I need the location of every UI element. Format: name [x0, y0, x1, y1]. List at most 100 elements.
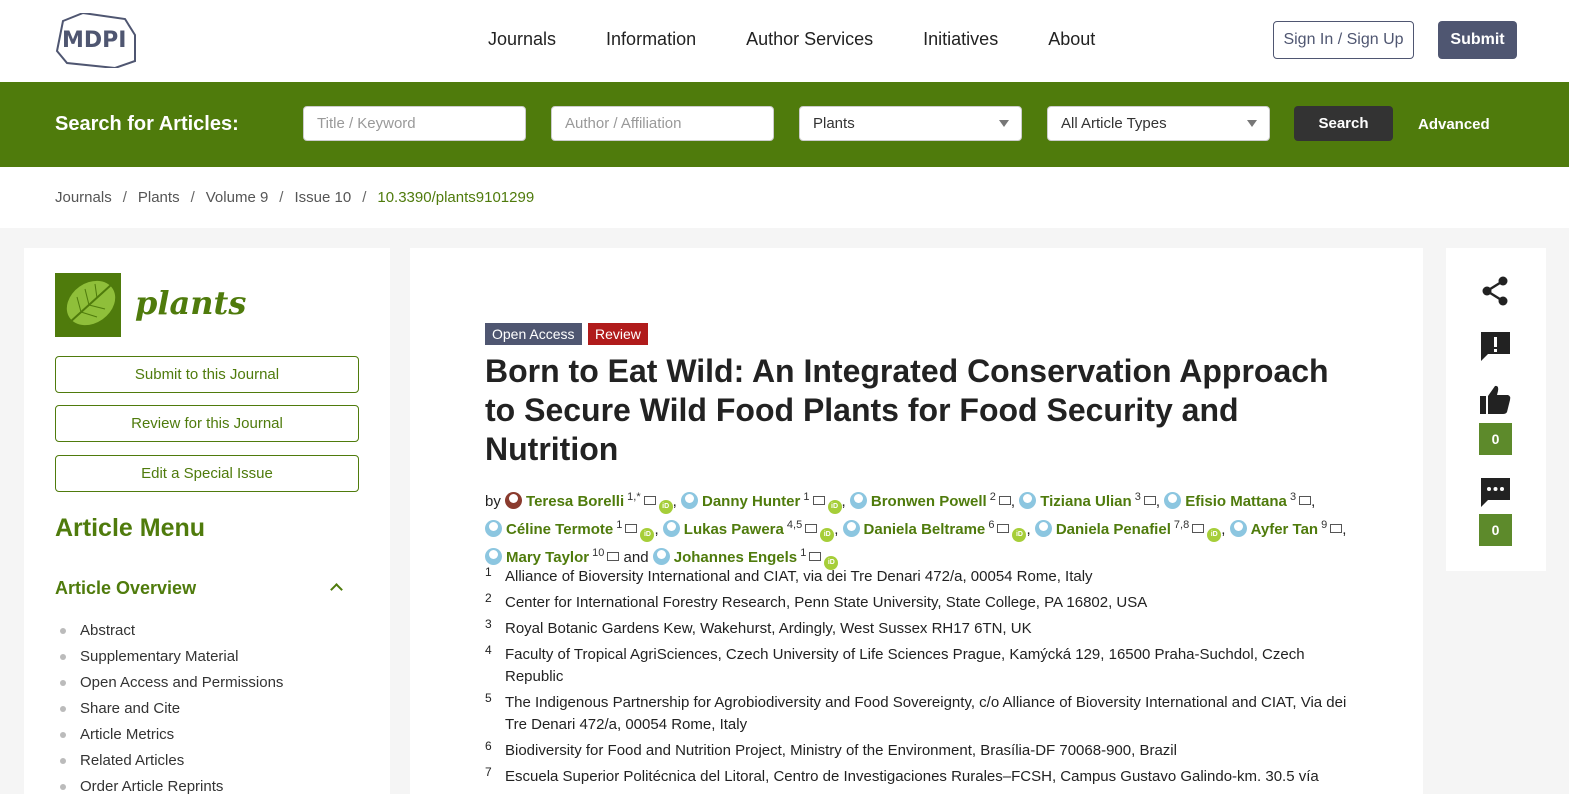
author-name[interactable]: Danny Hunter	[702, 493, 800, 510]
submit-to-journal-button[interactable]: Submit to this Journal	[55, 356, 359, 393]
journal-select-value: Plants	[813, 115, 855, 132]
avatar[interactable]	[662, 520, 680, 537]
article-type-select[interactable]: All Article Types	[1047, 106, 1270, 141]
nav-journals[interactable]: Journals	[488, 29, 556, 50]
avatar[interactable]	[505, 492, 523, 509]
author-name[interactable]: Ayfer Tan	[1251, 521, 1319, 538]
avatar[interactable]	[1229, 520, 1247, 537]
envelope-icon[interactable]	[812, 496, 825, 505]
orcid-icon[interactable]: iD	[640, 528, 655, 542]
chevron-up-icon[interactable]	[330, 583, 343, 596]
author-name[interactable]: Tiziana Ulian	[1040, 493, 1131, 510]
author-entry: Efisio Mattana 3	[1164, 491, 1312, 510]
avatar[interactable]	[652, 548, 670, 565]
breadcrumb-separator: /	[362, 189, 367, 206]
menu-item-share-cite[interactable]: Share and Cite	[60, 700, 283, 726]
sign-in-button[interactable]: Sign In / Sign Up	[1273, 21, 1414, 59]
nav-author-services[interactable]: Author Services	[746, 29, 873, 50]
author-name[interactable]: Mary Taylor	[506, 549, 589, 566]
affiliation-text: Royal Botanic Gardens Kew, Wakehurst, Ar…	[505, 620, 1032, 637]
avatar[interactable]	[1019, 492, 1037, 509]
envelope-icon[interactable]	[998, 496, 1011, 505]
nav-about[interactable]: About	[1048, 29, 1095, 50]
mdpi-logo[interactable]: MDPI	[55, 13, 137, 68]
review-for-journal-button[interactable]: Review for this Journal	[55, 405, 359, 442]
affiliation-number: 6	[485, 739, 492, 753]
affiliation-number: 7	[485, 765, 492, 779]
affiliation-number: 2	[485, 591, 492, 605]
breadcrumb-separator: /	[279, 189, 284, 206]
envelope-icon[interactable]	[643, 496, 656, 505]
edit-special-issue-button[interactable]: Edit a Special Issue	[55, 455, 359, 492]
menu-item-metrics[interactable]: Article Metrics	[60, 726, 283, 752]
affiliation-text: Alliance of Bioversity International and…	[505, 568, 1093, 585]
envelope-icon[interactable]	[809, 552, 822, 561]
breadcrumb-plants[interactable]: Plants	[138, 189, 180, 206]
envelope-icon[interactable]	[1330, 524, 1343, 533]
journal-select[interactable]: Plants	[799, 106, 1022, 141]
avatar[interactable]	[1034, 520, 1052, 537]
author-name[interactable]: Bronwen Powell	[871, 493, 987, 510]
svg-text:MDPI: MDPI	[62, 28, 126, 53]
breadcrumb-doi[interactable]: 10.3390/plants9101299	[377, 189, 534, 206]
author-entry: Teresa Borelli 1,* iD	[505, 491, 673, 514]
envelope-icon[interactable]	[625, 524, 638, 533]
submit-button[interactable]: Submit	[1438, 21, 1517, 59]
affiliation-number: 5	[485, 691, 492, 705]
orcid-icon[interactable]: iD	[820, 528, 835, 542]
envelope-icon[interactable]	[607, 552, 620, 561]
journal-name[interactable]: plants	[135, 284, 246, 322]
author-name[interactable]: Daniela Beltrame	[864, 521, 986, 538]
avatar[interactable]	[849, 492, 867, 509]
envelope-icon[interactable]	[1143, 496, 1156, 505]
menu-item-related[interactable]: Related Articles	[60, 752, 283, 778]
comment-icon[interactable]	[1479, 476, 1512, 510]
right-action-panel: 0 0	[1446, 248, 1546, 571]
avatar[interactable]	[680, 492, 698, 509]
orcid-icon[interactable]: iD	[658, 500, 673, 514]
left-sidebar: plants Submit to this Journal Review for…	[24, 248, 390, 794]
menu-item-reprints[interactable]: Order Article Reprints	[60, 778, 283, 794]
orcid-icon[interactable]: iD	[1012, 528, 1027, 542]
avatar[interactable]	[842, 520, 860, 537]
share-icon[interactable]	[1479, 274, 1512, 307]
alert-icon[interactable]	[1479, 330, 1512, 364]
author-name[interactable]: Céline Termote	[506, 521, 613, 538]
plants-leaf-logo[interactable]	[55, 273, 121, 337]
envelope-icon[interactable]	[1192, 524, 1205, 533]
author-affiliation-sup: 7,8	[1170, 519, 1190, 531]
affiliation-item: 5 The Indigenous Partnership for Agrobiod…	[485, 691, 1365, 736]
article-overview-toggle[interactable]: Article Overview	[55, 578, 196, 599]
thumbs-up-icon[interactable]	[1479, 384, 1512, 416]
menu-item-abstract[interactable]: Abstract	[60, 622, 283, 648]
nav-information[interactable]: Information	[606, 29, 696, 50]
breadcrumb-journals[interactable]: Journals	[55, 189, 112, 206]
author-separator: ,	[1342, 521, 1347, 538]
breadcrumb-issue[interactable]: Issue 10	[294, 189, 351, 206]
advanced-search-link[interactable]: Advanced	[1418, 116, 1490, 133]
author-name[interactable]: Efisio Mattana	[1185, 493, 1287, 510]
affiliation-number: 4	[485, 643, 492, 657]
orcid-icon[interactable]: iD	[827, 500, 842, 514]
orcid-icon[interactable]: iD	[1207, 528, 1222, 542]
author-input[interactable]: Author / Affiliation	[551, 106, 774, 141]
avatar[interactable]	[1164, 492, 1182, 509]
envelope-icon[interactable]	[805, 524, 818, 533]
author-name[interactable]: Teresa Borelli	[526, 493, 624, 510]
envelope-icon[interactable]	[997, 524, 1010, 533]
search-button[interactable]: Search	[1294, 106, 1393, 141]
author-affiliation-sup: 3	[1131, 491, 1141, 503]
author-affiliation-sup: 1,*	[624, 491, 641, 503]
avatar[interactable]	[485, 520, 502, 537]
author-name[interactable]: Johannes Engels	[674, 549, 797, 566]
review-badge: Review	[588, 323, 648, 345]
menu-item-open-access[interactable]: Open Access and Permissions	[60, 674, 283, 700]
author-entry: Bronwen Powell 2	[849, 491, 1011, 510]
menu-item-supplementary[interactable]: Supplementary Material	[60, 648, 283, 674]
author-name[interactable]: Lukas Pawera	[684, 521, 784, 538]
nav-initiatives[interactable]: Initiatives	[923, 29, 998, 50]
author-name[interactable]: Daniela Penafiel	[1056, 521, 1171, 538]
breadcrumb-volume[interactable]: Volume 9	[206, 189, 269, 206]
keyword-input[interactable]: Title / Keyword	[303, 106, 526, 141]
envelope-icon[interactable]	[1299, 496, 1312, 505]
